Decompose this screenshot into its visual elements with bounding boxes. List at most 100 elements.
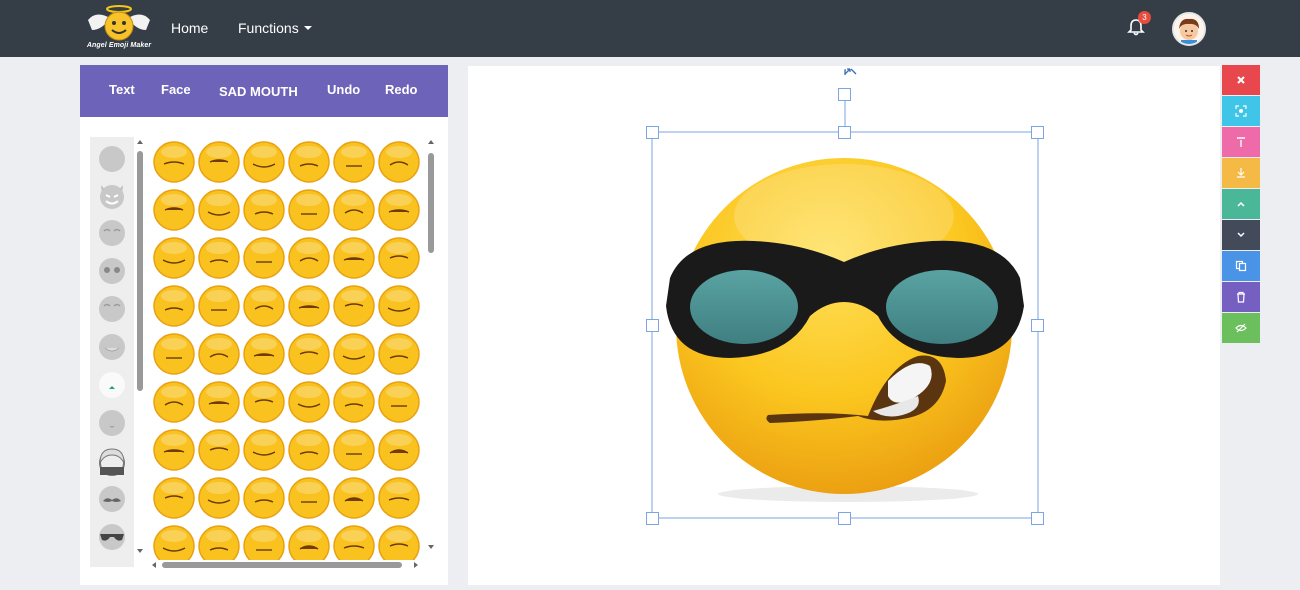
- mouth-option-icon[interactable]: [332, 236, 376, 280]
- mouth-option-icon[interactable]: [287, 476, 331, 520]
- mouth-option-icon[interactable]: [197, 284, 241, 328]
- mouth-option-icon[interactable]: [377, 332, 421, 376]
- mouth-option-icon[interactable]: [242, 380, 286, 424]
- category-dot-eyes-face-icon[interactable]: [96, 255, 128, 287]
- center-focus-icon: [1235, 105, 1247, 117]
- mouth-option-icon[interactable]: [152, 428, 196, 472]
- hide-layer-button[interactable]: [1222, 313, 1260, 343]
- mouth-option-icon[interactable]: [332, 428, 376, 472]
- mouth-option-icon[interactable]: [242, 428, 286, 472]
- move-up-button[interactable]: [1222, 189, 1260, 219]
- app-logo[interactable]: Angel Emoji Maker: [80, 4, 158, 54]
- parts-grid-horizontal-scrollbar[interactable]: [150, 560, 422, 570]
- mouth-option-icon[interactable]: [152, 380, 196, 424]
- category-mustache-icon[interactable]: [96, 483, 128, 515]
- mouth-option-icon[interactable]: [287, 332, 331, 376]
- mouth-option-icon[interactable]: [152, 524, 196, 560]
- emoji-canvas[interactable]: [468, 66, 1220, 585]
- duplicate-button[interactable]: [1222, 251, 1260, 281]
- category-scrollbar[interactable]: [135, 137, 145, 567]
- mouth-option-icon[interactable]: [287, 428, 331, 472]
- duplicate-icon: [1235, 260, 1247, 272]
- active-category-dropdown[interactable]: SAD MOUTH: [219, 84, 298, 99]
- mouth-option-icon[interactable]: [197, 524, 241, 560]
- delete-icon: [1237, 291, 1245, 303]
- category-plain-face-icon[interactable]: [96, 143, 128, 175]
- mouth-option-icon[interactable]: [242, 140, 286, 184]
- user-avatar-icon: [1174, 14, 1204, 44]
- mouth-option-icon[interactable]: [152, 188, 196, 232]
- mouth-option-icon[interactable]: [197, 428, 241, 472]
- mouth-option-icon[interactable]: [242, 332, 286, 376]
- mouth-option-icon[interactable]: [287, 284, 331, 328]
- mouth-option-icon[interactable]: [197, 188, 241, 232]
- mouth-option-icon[interactable]: [287, 380, 331, 424]
- send-to-back-icon: [1237, 168, 1245, 178]
- mouth-option-icon[interactable]: [242, 236, 286, 280]
- mouth-option-icon[interactable]: [332, 332, 376, 376]
- delete-button[interactable]: [1222, 282, 1260, 312]
- mouth-option-icon[interactable]: [332, 188, 376, 232]
- mouth-option-icon[interactable]: [332, 524, 376, 560]
- category-brow-face-icon[interactable]: [96, 293, 128, 325]
- category-smile-face-icon[interactable]: [96, 331, 128, 363]
- user-avatar[interactable]: [1172, 12, 1206, 46]
- mouth-option-icon[interactable]: [242, 476, 286, 520]
- mouth-option-icon[interactable]: [287, 236, 331, 280]
- mouth-option-icon[interactable]: [152, 140, 196, 184]
- mouth-option-icon[interactable]: [377, 140, 421, 184]
- mouth-option-icon[interactable]: [377, 476, 421, 520]
- bring-to-front-button[interactable]: [1222, 127, 1260, 157]
- mouth-option-icon[interactable]: [377, 380, 421, 424]
- category-small-mouth-face-icon[interactable]: [96, 407, 128, 439]
- mouth-option-icon[interactable]: [197, 140, 241, 184]
- center-focus-button[interactable]: [1222, 96, 1260, 126]
- send-to-back-button[interactable]: [1222, 158, 1260, 188]
- editor-tab-bar: Text Face SAD MOUTH Undo Redo: [80, 65, 448, 117]
- mouth-option-icon[interactable]: [377, 188, 421, 232]
- nav-functions-label: Functions: [238, 20, 299, 36]
- mouth-option-icon[interactable]: [332, 380, 376, 424]
- move-down-button[interactable]: [1222, 220, 1260, 250]
- parts-grid-scrollbar[interactable]: [426, 137, 436, 567]
- hide-layer-icon: [1235, 323, 1247, 333]
- mouth-option-icon[interactable]: [287, 188, 331, 232]
- mouth-option-icon[interactable]: [242, 284, 286, 328]
- mouth-option-icon[interactable]: [377, 284, 421, 328]
- category-closed-eyes-face-icon[interactable]: [96, 217, 128, 249]
- mouth-option-icon[interactable]: [197, 332, 241, 376]
- mouth-option-icon[interactable]: [242, 524, 286, 560]
- mouth-option-icon[interactable]: [197, 380, 241, 424]
- mouth-option-icon[interactable]: [197, 476, 241, 520]
- redo-button[interactable]: Redo: [385, 82, 418, 97]
- category-sunglasses-icon[interactable]: [96, 521, 128, 553]
- mouth-option-icon[interactable]: [377, 428, 421, 472]
- tab-text[interactable]: Text: [109, 82, 135, 97]
- mouth-option-icon[interactable]: [152, 476, 196, 520]
- move-down-icon: [1237, 232, 1245, 238]
- emoji-preview[interactable]: [468, 66, 1220, 585]
- bring-to-front-icon: [1237, 137, 1245, 147]
- category-hair-icon[interactable]: [96, 445, 128, 477]
- category-green-mouth-face-icon[interactable]: [96, 369, 128, 401]
- nav-home-link[interactable]: Home: [171, 20, 208, 36]
- mouth-option-icon[interactable]: [332, 476, 376, 520]
- mouth-option-icon[interactable]: [377, 236, 421, 280]
- mouth-option-icon[interactable]: [377, 524, 421, 560]
- mouth-option-icon[interactable]: [287, 140, 331, 184]
- nav-functions-dropdown[interactable]: Functions: [238, 20, 312, 36]
- mouth-option-icon[interactable]: [152, 236, 196, 280]
- mouth-option-icon[interactable]: [197, 236, 241, 280]
- mouth-option-icon[interactable]: [242, 188, 286, 232]
- mouth-option-icon[interactable]: [152, 284, 196, 328]
- mouth-option-icon[interactable]: [287, 524, 331, 560]
- undo-button[interactable]: Undo: [327, 82, 360, 97]
- category-list: [90, 137, 134, 567]
- mouth-option-icon[interactable]: [332, 140, 376, 184]
- category-devil-face-icon[interactable]: [96, 179, 128, 211]
- mouth-option-icon[interactable]: [152, 332, 196, 376]
- close-button[interactable]: [1222, 65, 1260, 95]
- mouth-option-icon[interactable]: [332, 284, 376, 328]
- mouth-parts-grid: [152, 140, 428, 560]
- tab-face[interactable]: Face: [161, 82, 191, 97]
